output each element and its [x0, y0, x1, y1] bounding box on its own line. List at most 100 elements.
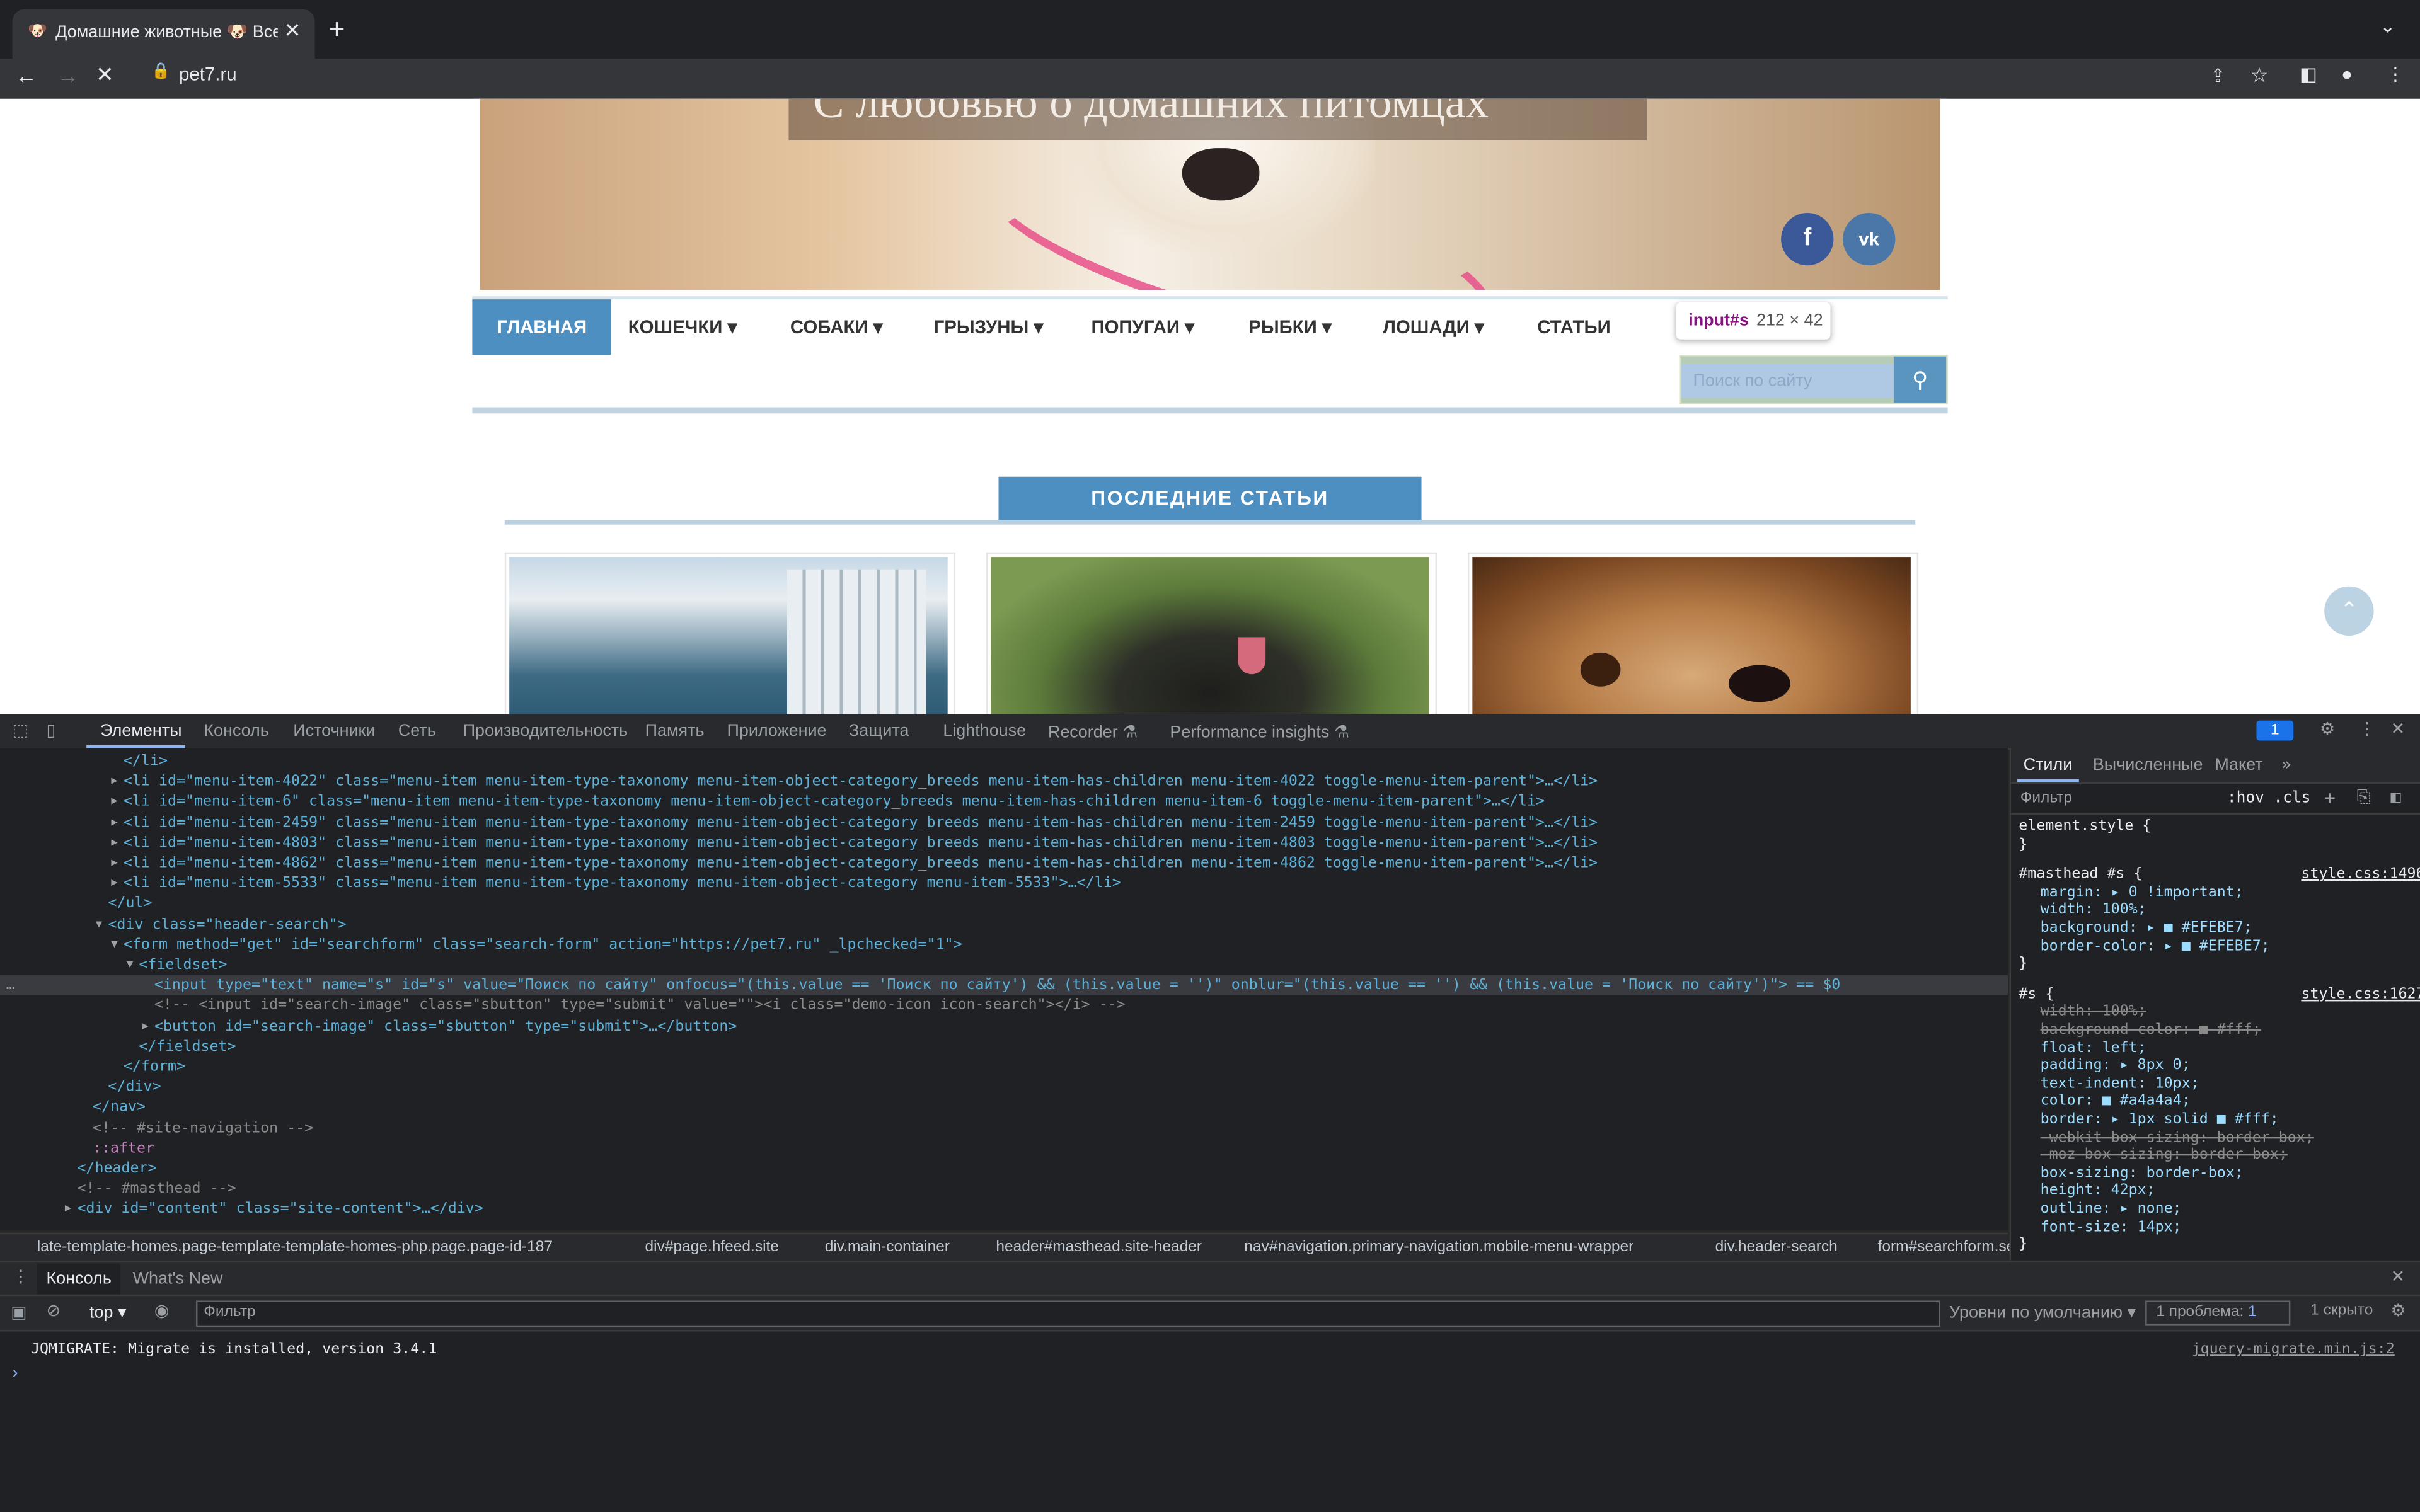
stylesheet-source-link[interactable]: style.css:1627 — [2301, 985, 2420, 1003]
css-declaration[interactable]: font-size: 14px; — [2041, 1218, 2182, 1236]
drawer-tab-console[interactable]: Консоль — [37, 1263, 121, 1295]
console-filter-input[interactable]: Фильтр — [196, 1300, 1940, 1327]
share-icon[interactable]: ⇪ — [2210, 65, 2226, 86]
menu-icon[interactable]: ⋮ — [2386, 63, 2404, 84]
forward-icon[interactable]: → — [57, 63, 79, 88]
dom-node[interactable]: </div> — [0, 1077, 2008, 1097]
add-rule-icon[interactable]: + — [2324, 787, 2336, 808]
node-actions-icon[interactable]: … — [6, 975, 15, 995]
browser-tab[interactable]: 🐶 Домашние животные 🐶 Все о ✕ — [12, 9, 315, 59]
css-declaration[interactable]: height: 42px; — [2041, 1183, 2155, 1200]
css-declaration[interactable]: -moz-box-sizing: border-box; — [2041, 1147, 2288, 1164]
dom-node[interactable]: ▼ <fieldset> — [0, 955, 2008, 975]
stylesheet-source-link[interactable]: style.css:1496 — [2301, 866, 2420, 883]
css-selector[interactable]: } — [2019, 835, 2027, 853]
log-levels-dropdown[interactable]: Уровни по умолчанию ▾ — [1949, 1302, 2136, 1322]
dom-node[interactable]: ▶ <li id="menu-item-5533" class="menu-ite… — [0, 874, 2008, 894]
tab-styles[interactable]: Стили — [2024, 756, 2073, 774]
dom-node[interactable]: <!-- #masthead --> — [0, 1179, 2008, 1199]
css-declaration[interactable]: background: ▸ ■ #EFEBE7; — [2041, 920, 2252, 937]
dom-node[interactable]: </nav> — [0, 1097, 2008, 1118]
drawer-menu-icon[interactable]: ⋮ — [13, 1267, 30, 1286]
css-declaration[interactable]: -webkit-box-sizing: border-box; — [2041, 1129, 2314, 1147]
context-selector[interactable]: top ▾ — [89, 1302, 126, 1322]
article-image-marina[interactable] — [509, 557, 948, 714]
css-declaration[interactable]: box-sizing: border-box; — [2041, 1164, 2244, 1182]
drawer-tab-whats-new[interactable]: What's New — [133, 1270, 223, 1288]
dom-node[interactable]: ▶ <li id="menu-item-6" class="menu-item m… — [0, 792, 2008, 812]
tab-application[interactable]: Приложение — [727, 722, 826, 740]
dom-node[interactable]: ▶ <li id="menu-item-4862" class="menu-ite… — [0, 853, 2008, 873]
inspect-element-icon[interactable]: ⬚ — [13, 721, 28, 740]
profile-icon[interactable]: ● — [2341, 63, 2353, 84]
article-image-beagle[interactable] — [1472, 557, 1911, 714]
console-settings-icon[interactable]: ⚙ — [2391, 1301, 2406, 1320]
breadcrumb-item[interactable]: header#masthead.site-header — [996, 1239, 1202, 1256]
breadcrumb-item[interactable]: div.main-container — [825, 1239, 950, 1256]
expand-arrow-icon[interactable]: ▶ — [111, 853, 117, 873]
settings-gear-icon[interactable]: ⚙ — [2320, 719, 2335, 739]
tab-search-icon[interactable]: ⌄ — [2380, 15, 2395, 37]
nav-item-parrots[interactable]: ПОПУГАИ ▾ — [1091, 299, 1194, 355]
more-tabs-icon[interactable]: » — [2281, 755, 2291, 775]
expand-arrow-icon[interactable]: ▶ — [111, 833, 117, 853]
tab-elements[interactable]: Элементы — [100, 722, 182, 740]
stop-loading-icon[interactable]: ✕ — [96, 62, 114, 88]
dom-node[interactable]: ▶ <li id="menu-item-4022" class="menu-ite… — [0, 772, 2008, 792]
dom-node[interactable]: </form> — [0, 1057, 2008, 1077]
dom-node[interactable]: ▶ <div id="content" class="site-content">… — [0, 1200, 2008, 1220]
nav-item-horses[interactable]: ЛОШАДИ ▾ — [1383, 299, 1484, 355]
dom-node[interactable]: ▶ <button id="search-image" class="sbutto… — [0, 1016, 2008, 1036]
article-image-dog[interactable] — [991, 557, 1429, 714]
css-declaration[interactable]: width: 100%; — [2041, 902, 2146, 919]
css-declaration[interactable]: color: ■ #a4a4a4; — [2041, 1093, 2191, 1111]
css-selector[interactable]: } — [2019, 1236, 2027, 1254]
css-selector[interactable]: #s { — [2019, 985, 2054, 1003]
console-prompt-icon[interactable]: › — [13, 1364, 18, 1382]
collapse-arrow-icon[interactable]: ▼ — [127, 955, 133, 975]
expand-arrow-icon[interactable]: ▶ — [111, 772, 117, 792]
tab-console[interactable]: Консоль — [204, 722, 268, 740]
collapse-arrow-icon[interactable]: ▼ — [111, 935, 117, 955]
dom-node[interactable]: <!-- #site-navigation --> — [0, 1118, 2008, 1138]
computed-toggle-icon[interactable]: ⎘ — [2357, 787, 2371, 808]
facebook-icon[interactable]: f — [1781, 212, 1834, 266]
back-icon[interactable]: ← — [15, 63, 37, 88]
address-bar[interactable]: pet7.ru — [179, 63, 236, 84]
breadcrumb-item[interactable]: late-template-homes.page-template-templa… — [37, 1239, 553, 1256]
sidebar-toggle-icon[interactable]: ◧ — [2391, 787, 2401, 807]
css-selector[interactable]: #masthead #s { — [2019, 866, 2142, 883]
css-declaration[interactable]: float: left; — [2041, 1040, 2146, 1057]
expand-arrow-icon[interactable]: ▶ — [111, 813, 117, 833]
tab-performance[interactable]: Производительность — [463, 722, 628, 740]
dom-node[interactable]: </fieldset> — [0, 1036, 2008, 1057]
close-tab-icon[interactable]: ✕ — [284, 18, 301, 43]
tab-computed[interactable]: Вычисленные — [2093, 756, 2203, 774]
article-card[interactable] — [986, 552, 1438, 714]
css-declaration[interactable]: width: 100%; — [2041, 1004, 2146, 1021]
tab-network[interactable]: Сеть — [398, 722, 436, 740]
css-declaration[interactable]: outline: ▸ none; — [2041, 1200, 2182, 1218]
nav-item-cats[interactable]: КОШЕЧКИ ▾ — [628, 299, 737, 355]
article-card[interactable] — [504, 552, 955, 714]
scroll-to-top-button[interactable]: ⌃ — [2324, 586, 2374, 636]
dom-node[interactable]: ▶ <li id="menu-item-2459" class="menu-ite… — [0, 813, 2008, 833]
nav-item-articles[interactable]: СТАТЬИ — [1537, 299, 1611, 355]
expand-arrow-icon[interactable]: ▶ — [111, 792, 117, 812]
tab-memory[interactable]: Память — [645, 722, 705, 740]
expand-arrow-icon[interactable]: ▶ — [65, 1200, 71, 1220]
device-toolbar-icon[interactable]: ▯ — [46, 721, 55, 740]
dom-node[interactable]: ▶ <li id="menu-item-4803" class="menu-ite… — [0, 833, 2008, 853]
dom-node[interactable]: </header> — [0, 1159, 2008, 1179]
issues-count-button[interactable]: 1 проблема: 1 — [2145, 1300, 2291, 1326]
css-declaration[interactable]: padding: ▸ 8px 0; — [2041, 1057, 2191, 1075]
css-declaration[interactable]: background-color: ■ #fff; — [2041, 1021, 2261, 1039]
cls-toggle[interactable]: .cls — [2273, 790, 2310, 807]
breadcrumb-item[interactable]: div.header-search — [1715, 1239, 1838, 1256]
dom-node[interactable]: <!-- <input id="search-image" class="sbu… — [0, 996, 2008, 1016]
nav-item-dogs[interactable]: СОБАКИ ▾ — [790, 299, 883, 355]
clear-console-icon[interactable]: ⊘ — [46, 1301, 60, 1320]
vk-icon[interactable]: vk — [1843, 212, 1896, 266]
expand-arrow-icon[interactable]: ▶ — [111, 874, 117, 894]
dom-node-selected[interactable]: … <input type="text" name="s" id="s" valu… — [0, 975, 2008, 996]
